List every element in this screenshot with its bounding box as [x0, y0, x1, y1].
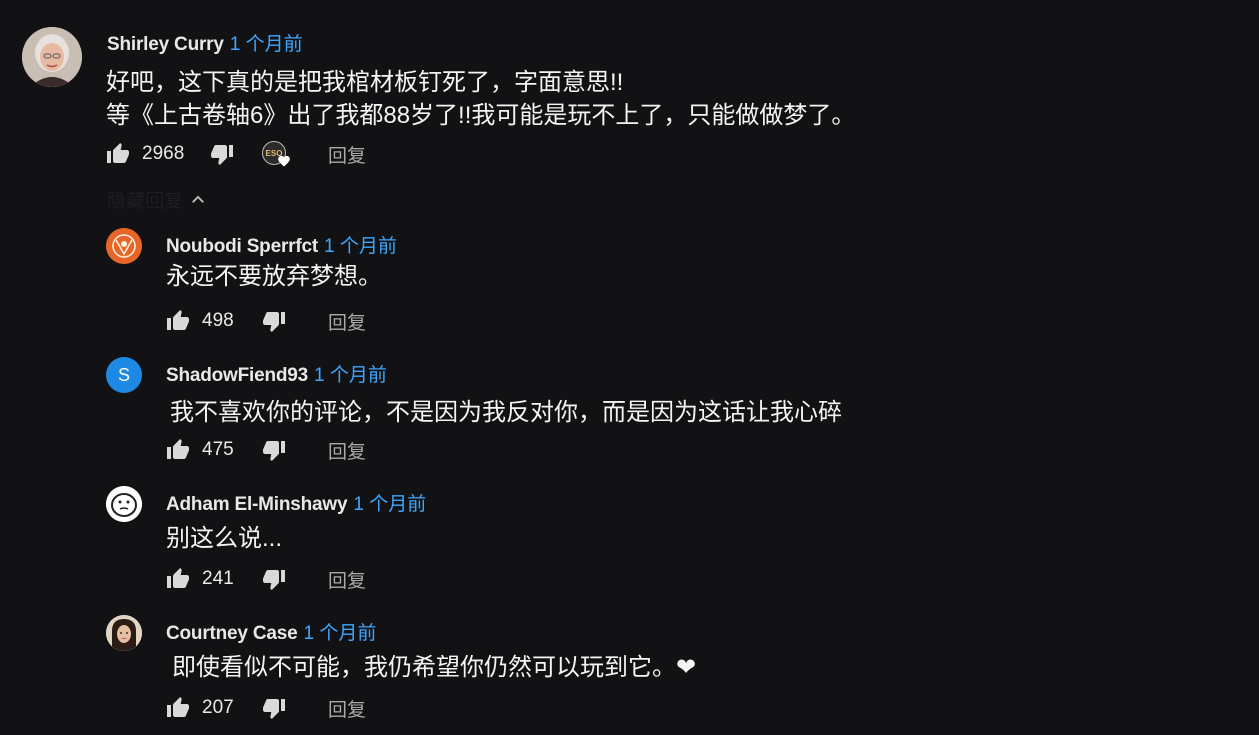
- author-name[interactable]: Shirley Curry: [107, 34, 224, 55]
- reply-comment: S ShadowFiend93 1 个月前 我不喜欢你的评论，不是因为我反对你，而…: [0, 351, 1259, 471]
- avatar[interactable]: [106, 228, 142, 264]
- comment-text: 别这么说...: [166, 525, 283, 552]
- thumb-up-icon: [166, 567, 190, 591]
- author-name[interactable]: Noubodi Sperrfct: [166, 236, 318, 257]
- like-button[interactable]: [106, 142, 130, 166]
- timestamp[interactable]: 1 个月前: [353, 494, 426, 515]
- avatar[interactable]: S: [106, 357, 142, 393]
- dislike-button[interactable]: [262, 567, 286, 591]
- comment-actions: 498 回复: [166, 306, 366, 336]
- like-button[interactable]: [166, 696, 190, 720]
- timestamp[interactable]: 1 个月前: [230, 34, 303, 55]
- reply-button[interactable]: 回复: [328, 566, 366, 593]
- emblem-avatar-icon: [106, 228, 142, 264]
- dislike-button[interactable]: [210, 142, 234, 166]
- comment-text: 即使看似不可能，我仍希望你仍然可以玩到它。❤: [172, 654, 697, 681]
- reply-button[interactable]: 回复: [328, 308, 366, 335]
- thumb-down-icon: [210, 142, 234, 166]
- comment-header: ShadowFiend93 1 个月前: [166, 360, 387, 387]
- dislike-button[interactable]: [262, 309, 286, 333]
- reply-comment: Noubodi Sperrfct 1 个月前 永远不要放弃梦想。 498 回复: [0, 222, 1259, 342]
- elderly-woman-avatar-icon: [22, 27, 82, 87]
- thumb-up-icon: [166, 438, 190, 462]
- author-name[interactable]: Adham El-Minshawy: [166, 494, 348, 515]
- reply-button[interactable]: 回复: [328, 141, 366, 168]
- avatar[interactable]: [106, 486, 142, 522]
- like-button[interactable]: [166, 438, 190, 462]
- top-comment: Shirley Curry 1 个月前 好吧，这下真的是把我棺材板钉死了，字面意思…: [0, 0, 1259, 180]
- thumb-down-icon: [262, 696, 286, 720]
- comment-header: Shirley Curry 1 个月前: [107, 29, 303, 56]
- heart-icon: [278, 155, 290, 167]
- thumb-up-icon: [106, 142, 130, 166]
- reply-button[interactable]: 回复: [328, 437, 366, 464]
- comment-text: 永远不要放弃梦想。: [166, 263, 382, 290]
- comment-text: 好吧，这下真的是把我棺材板钉死了，字面意思!! 等《上古卷轴6》出了我都88岁了…: [106, 66, 855, 132]
- thumb-up-icon: [166, 309, 190, 333]
- dislike-button[interactable]: [262, 696, 286, 720]
- dislike-button[interactable]: [262, 438, 286, 462]
- like-count: 475: [202, 439, 234, 460]
- like-count: 241: [202, 568, 234, 589]
- like-count: 207: [202, 697, 234, 718]
- author-name[interactable]: Courtney Case: [166, 623, 298, 644]
- thumb-down-icon: [262, 438, 286, 462]
- author-name[interactable]: ShadowFiend93: [166, 365, 308, 386]
- reply-comment: Adham El-Minshawy 1 个月前 别这么说... 241 回复: [0, 480, 1259, 600]
- comment-text: 我不喜欢你的评论，不是因为我反对你，而是因为这话让我心碎: [170, 399, 842, 426]
- comment-actions: 2968 ESO 回复: [106, 139, 366, 169]
- thumb-down-icon: [262, 567, 286, 591]
- hide-replies-label: 隐藏回复: [107, 191, 184, 212]
- comment-header: Noubodi Sperrfct 1 个月前: [166, 231, 397, 258]
- thumb-down-icon: [262, 309, 286, 333]
- comment-line: 等《上古卷轴6》出了我都88岁了!!我可能是玩不上了，只能做做梦了。: [106, 102, 856, 129]
- like-count: 2968: [142, 143, 185, 164]
- like-button[interactable]: [166, 567, 190, 591]
- avatar[interactable]: [22, 27, 82, 87]
- comment-header: Adham El-Minshawy 1 个月前: [166, 489, 426, 516]
- avatar-letter: S: [117, 364, 130, 385]
- timestamp[interactable]: 1 个月前: [304, 623, 377, 644]
- avatar[interactable]: [106, 615, 142, 651]
- creator-heart[interactable]: ESO: [260, 139, 294, 169]
- comment-actions: 207 回复: [166, 693, 366, 723]
- comment-header: Courtney Case 1 个月前: [166, 618, 376, 645]
- comment-actions: 241 回复: [166, 564, 366, 594]
- cartoon-face-avatar-icon: [106, 486, 142, 522]
- chevron-up-icon: [192, 195, 204, 203]
- reply-comment: Courtney Case 1 个月前 即使看似不可能，我仍希望你仍然可以玩到它。…: [0, 609, 1259, 735]
- woman-photo-avatar-icon: [106, 615, 142, 651]
- like-count: 498: [202, 310, 234, 331]
- timestamp[interactable]: 1 个月前: [314, 365, 387, 386]
- hide-replies-toggle[interactable]: 隐藏回复: [107, 186, 207, 213]
- reply-button[interactable]: 回复: [328, 695, 366, 722]
- like-button[interactable]: [166, 309, 190, 333]
- thumb-up-icon: [166, 696, 190, 720]
- timestamp[interactable]: 1 个月前: [324, 236, 397, 257]
- comment-line: 好吧，这下真的是把我棺材板钉死了，字面意思!!: [106, 69, 624, 96]
- comment-actions: 475 回复: [166, 435, 366, 465]
